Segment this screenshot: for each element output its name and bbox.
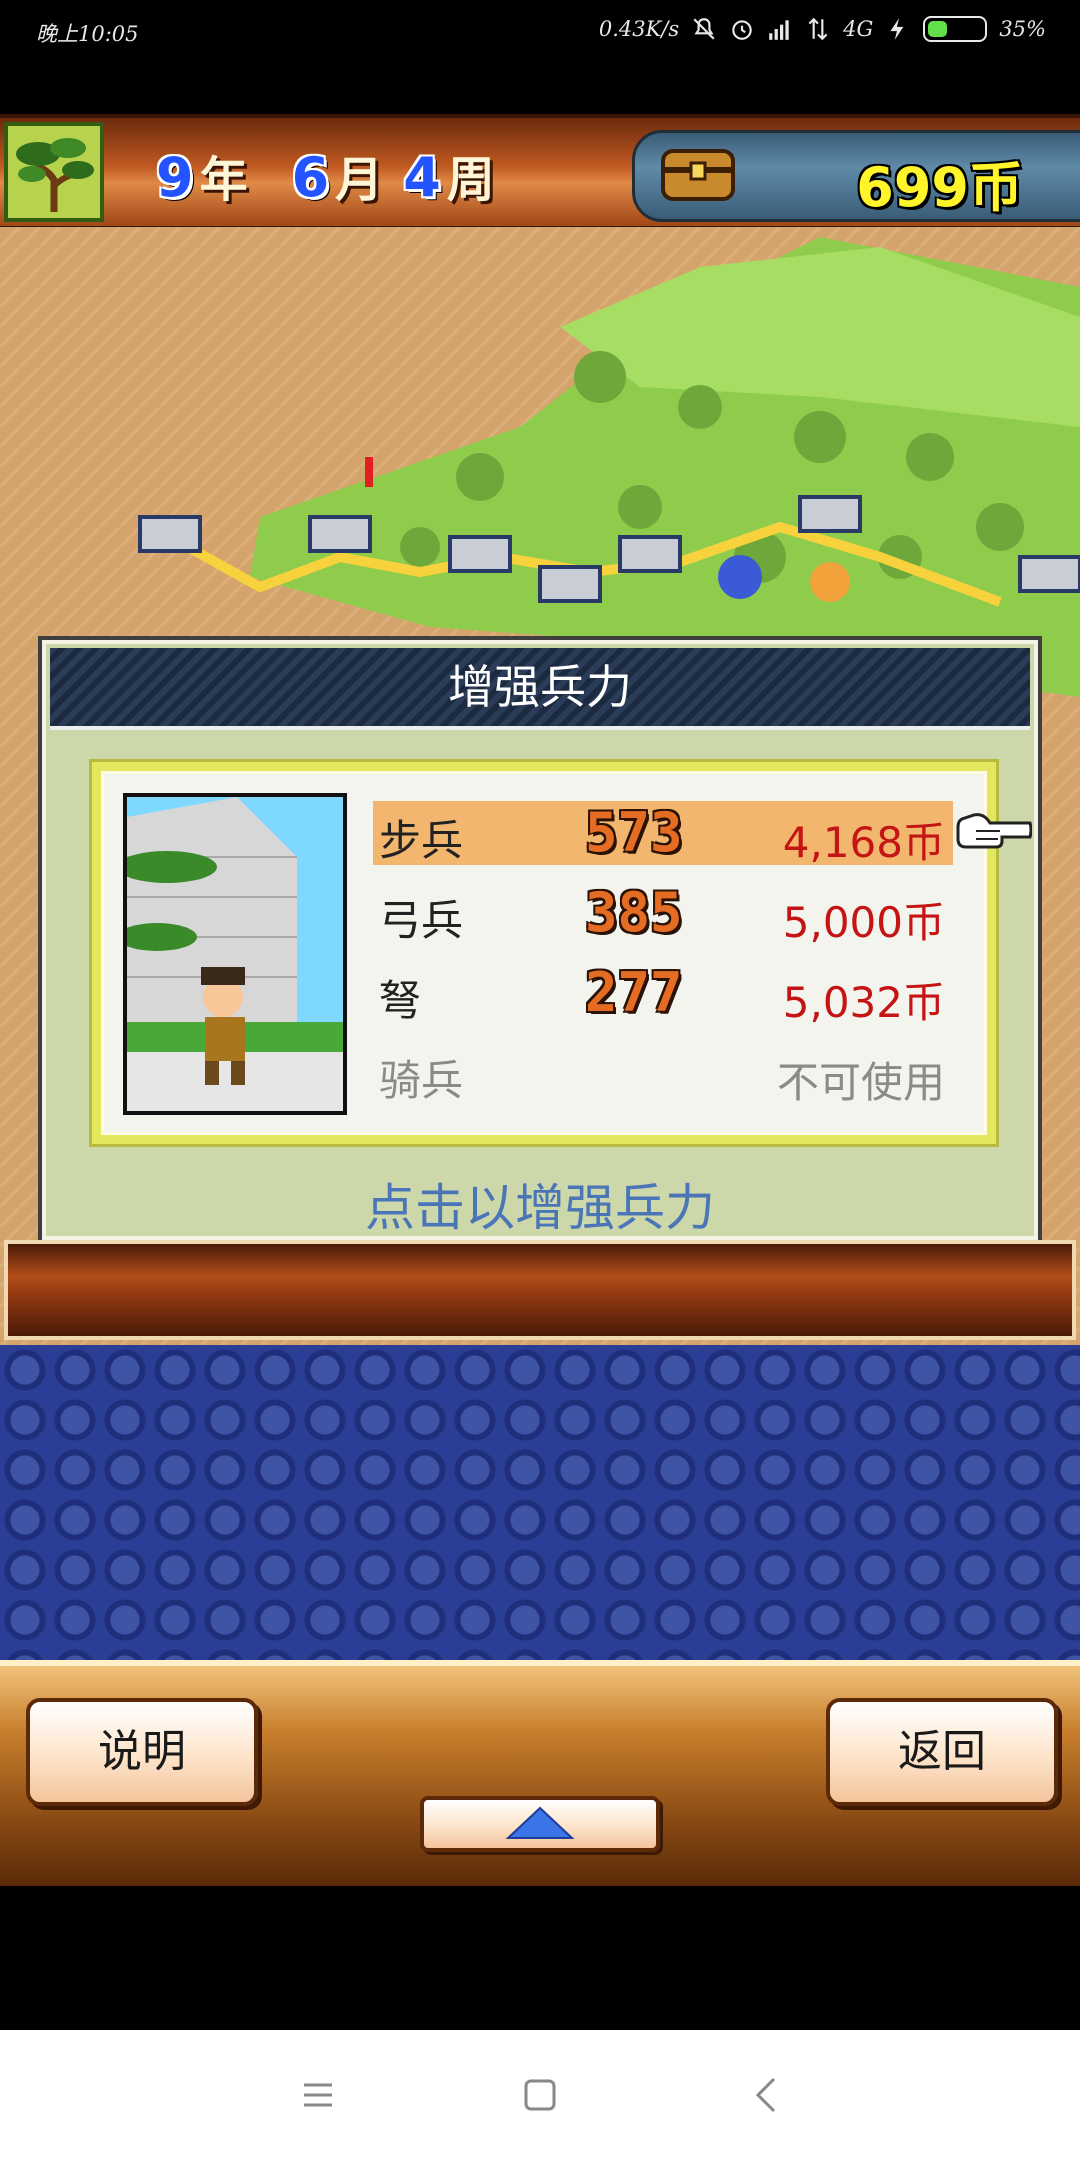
- unit-count: 573: [585, 801, 683, 864]
- system-nav-bar: [0, 2030, 1080, 2160]
- battery-icon: [923, 16, 988, 42]
- general-portrait: [123, 793, 347, 1115]
- unit-row-crossbow[interactable]: 弩 277 5,032币: [373, 961, 953, 1041]
- month-value: 6: [291, 146, 330, 209]
- week-value: 4: [403, 146, 441, 209]
- unit-price: 5,032币: [782, 978, 945, 1027]
- week-unit: 周: [446, 152, 495, 208]
- status-icons: 0.43K/s 4G 35%: [599, 16, 1046, 42]
- treasure-chest-icon: [661, 149, 735, 201]
- money-box: 699币: [632, 130, 1080, 222]
- unit-panel: 步兵 573 4,168币 弓兵 385 5,000币 弩 277 5,032币…: [92, 762, 996, 1144]
- charging-icon: [890, 18, 904, 40]
- unit-label: 弩: [379, 976, 422, 1025]
- dialog-title: 增强兵力: [50, 648, 1030, 730]
- up-triangle-icon: [505, 1806, 575, 1839]
- month-unit: 月: [335, 152, 384, 208]
- decorative-pattern: [0, 1345, 1080, 1660]
- reinforce-hint: 点击以增强兵力: [365, 1179, 715, 1237]
- alarm-icon: [732, 20, 752, 40]
- status-time: 晚上10:05: [36, 22, 139, 46]
- unit-row-archer[interactable]: 弓兵 385 5,000币: [373, 881, 953, 961]
- network-speed: 0.43K/s: [598, 17, 680, 41]
- signal-icon: [769, 20, 789, 40]
- message-bar: [4, 1240, 1076, 1340]
- unit-row-infantry[interactable]: 步兵 573 4,168币: [373, 801, 953, 881]
- unit-row-cavalry: 骑兵 不可使用: [373, 1041, 953, 1121]
- battery-fill: [928, 21, 948, 37]
- help-button[interactable]: 说明: [26, 1698, 258, 1806]
- back-icon[interactable]: [746, 2073, 790, 2117]
- unit-price: 5,000币: [782, 898, 945, 947]
- reinforce-dialog: 增强兵力 步兵 573 4,168币 弓兵 385 5,000币 弩 277 5…: [42, 640, 1038, 1240]
- unit-list: 步兵 573 4,168币 弓兵 385 5,000币 弩 277 5,032币…: [373, 801, 953, 1121]
- unit-price: 不可使用: [776, 1058, 945, 1107]
- menu-icon[interactable]: [296, 2073, 340, 2117]
- unit-count: 385: [585, 881, 683, 944]
- network-type: 4G: [843, 17, 874, 41]
- unit-count: 277: [585, 961, 683, 1024]
- game-date: 9 年 6 月 4 周: [156, 140, 533, 210]
- back-button[interactable]: 返回: [826, 1698, 1058, 1806]
- year-unit: 年: [199, 152, 248, 208]
- unit-label: 弓兵: [379, 896, 464, 945]
- hand-pointer-icon: [956, 813, 1032, 849]
- game-hud: 9 年 6 月 4 周 699币: [0, 114, 1080, 231]
- mute-icon: [693, 18, 715, 40]
- unit-label: 步兵: [379, 816, 464, 865]
- button-tray: 说明 返回: [0, 1660, 1080, 1886]
- data-arrows-icon: [808, 17, 828, 41]
- bonsai-tree-icon[interactable]: [4, 122, 104, 222]
- money-amount: 699币: [856, 156, 1023, 219]
- battery-percent: 35%: [999, 17, 1046, 41]
- scroll-up-button[interactable]: [420, 1796, 660, 1852]
- unit-label: 骑兵: [379, 1056, 464, 1105]
- home-icon[interactable]: [518, 2073, 562, 2117]
- status-bar: 晚上10:05 0.43K/s 4G 35%: [0, 0, 1080, 62]
- unit-price: 4,168币: [782, 818, 945, 867]
- year-value: 9: [156, 146, 194, 209]
